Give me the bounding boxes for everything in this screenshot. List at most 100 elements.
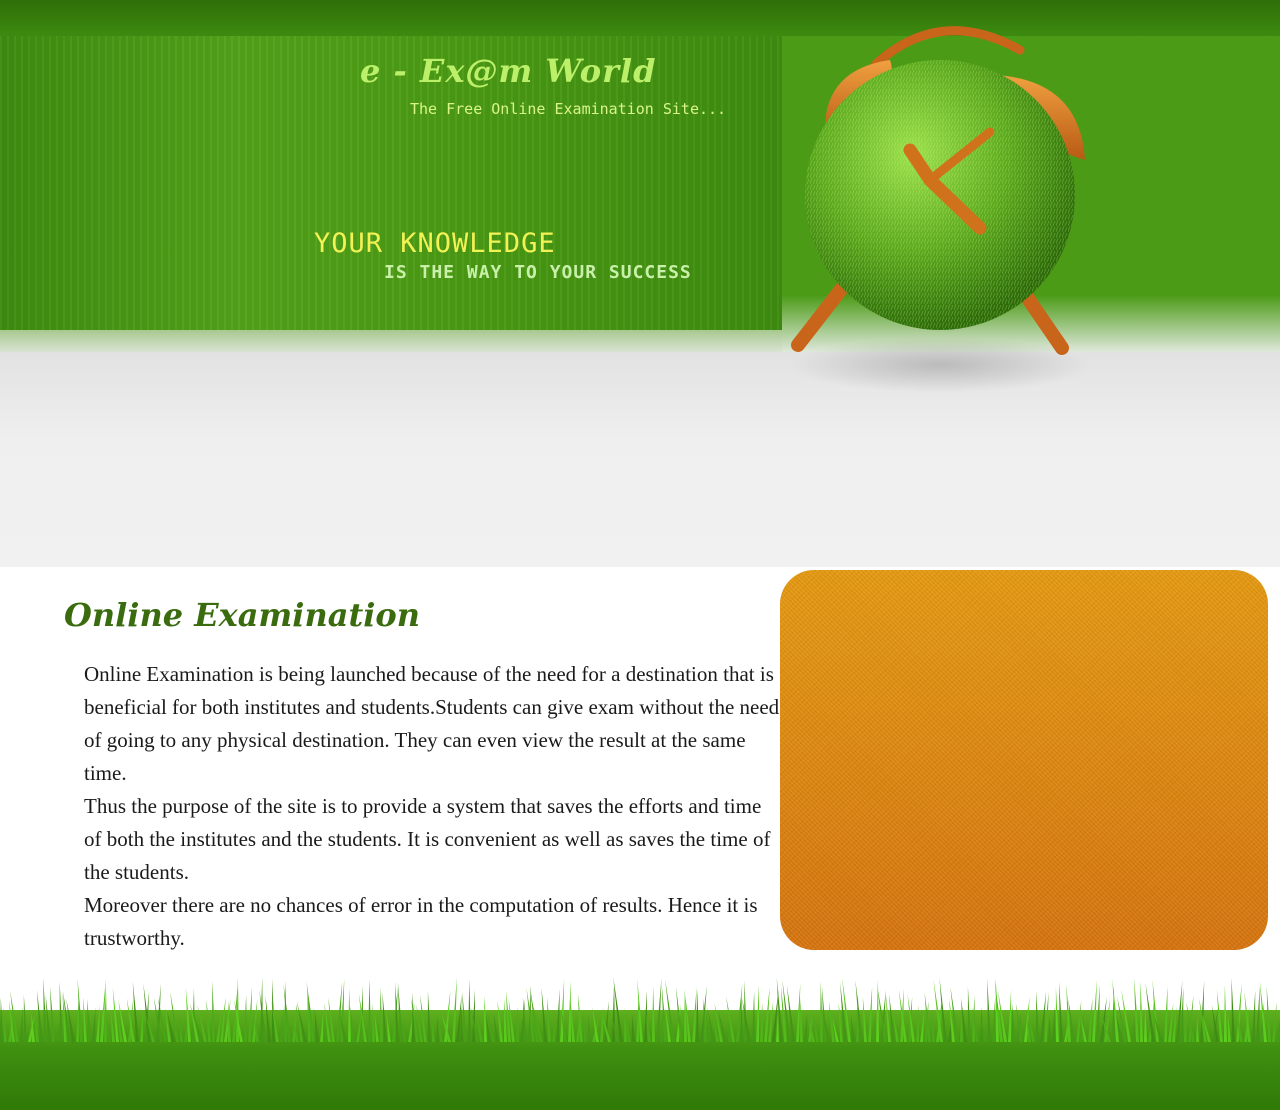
grass-blade xyxy=(179,1012,183,1042)
grass-blades xyxy=(0,977,1280,1042)
grass-blade xyxy=(320,1011,324,1042)
grass-blade xyxy=(1227,1012,1231,1042)
grass-blade xyxy=(1048,1015,1051,1042)
grass-blade xyxy=(768,1001,774,1042)
grass-blade xyxy=(1216,989,1223,1042)
grass-blade xyxy=(504,998,507,1042)
grass-blade xyxy=(1164,986,1168,1042)
grass-strip xyxy=(0,962,1280,1110)
grass-blade xyxy=(652,986,655,1042)
grass-blade xyxy=(1088,997,1093,1042)
grass-blade xyxy=(522,997,527,1042)
grass-blade xyxy=(1180,987,1184,1042)
grass-blade xyxy=(87,998,91,1042)
grass-blade xyxy=(764,986,770,1042)
grass-blade xyxy=(516,1006,519,1042)
grass-blade xyxy=(265,995,271,1042)
grass-blade xyxy=(272,978,275,1042)
grass-blade xyxy=(1134,977,1139,1042)
grass-blade xyxy=(212,980,215,1042)
grass-blade xyxy=(1055,987,1059,1042)
grass-blade xyxy=(1132,1015,1135,1042)
grass-blade xyxy=(3,1007,7,1042)
grass-blade xyxy=(692,986,697,1042)
grass-blade xyxy=(31,1012,35,1042)
grass-blade xyxy=(804,1013,808,1042)
grass-blade xyxy=(497,1000,503,1042)
grass-blade xyxy=(1276,1019,1280,1042)
grass-blade xyxy=(1196,1016,1199,1042)
grass-blade xyxy=(382,992,387,1042)
grass-blade xyxy=(184,1016,188,1042)
grass-blade xyxy=(556,988,560,1042)
grass-blade xyxy=(588,1013,591,1042)
site-tagline: The Free Online Examination Site... xyxy=(410,100,727,118)
grass-blade xyxy=(631,1013,635,1042)
grass-blade xyxy=(813,1012,819,1042)
grass-blade xyxy=(1036,990,1039,1042)
orange-panel xyxy=(780,570,1268,950)
grass-blade xyxy=(92,1007,96,1042)
grass-blade xyxy=(76,1000,79,1042)
grass-blade xyxy=(644,990,647,1042)
grass-blade xyxy=(1211,1005,1219,1042)
grass-blade xyxy=(1144,1006,1147,1042)
grass-blade xyxy=(1252,990,1256,1042)
grass-blade xyxy=(1059,981,1063,1042)
description-paragraph-2: Thus the purpose of the site is to provi… xyxy=(84,794,771,884)
grass-blade xyxy=(1168,1002,1174,1042)
grass-blade xyxy=(583,1013,587,1042)
grass-blade xyxy=(314,1008,319,1042)
grass-blade xyxy=(1044,991,1049,1042)
grass-blade xyxy=(96,1006,100,1042)
grass-blade xyxy=(493,1012,499,1042)
grass-blade xyxy=(568,980,571,1042)
grass-blade xyxy=(132,981,139,1042)
grass-blade xyxy=(760,1002,763,1042)
grass-blade xyxy=(140,1010,143,1042)
grass-blade xyxy=(1052,1006,1055,1042)
grass-blade xyxy=(468,979,471,1042)
grass-blade xyxy=(1096,984,1100,1042)
grass-blade xyxy=(868,986,873,1042)
grass-blade xyxy=(83,997,87,1042)
grass-blade xyxy=(752,991,755,1042)
grass-blade xyxy=(665,979,675,1042)
grass-blade xyxy=(992,997,996,1042)
grass-blade xyxy=(862,996,867,1042)
grass-blade xyxy=(920,1013,924,1042)
grass-blade xyxy=(916,1005,919,1042)
grass-blade xyxy=(552,1016,557,1042)
grass-blade xyxy=(696,989,699,1042)
grass-blade xyxy=(452,977,457,1042)
section-heading: Online Examination xyxy=(64,596,420,634)
grass-blade xyxy=(1076,999,1082,1042)
grass-blade xyxy=(1224,984,1227,1042)
grass-blade xyxy=(59,981,63,1042)
grass-blade xyxy=(280,1007,284,1042)
grass-blade xyxy=(1092,979,1097,1042)
grass-blade xyxy=(0,997,3,1042)
grass-blade xyxy=(1256,986,1260,1042)
grass-blade xyxy=(1015,1002,1023,1042)
grass-blade xyxy=(462,991,467,1042)
grass-blade xyxy=(570,1000,575,1042)
grass-blade xyxy=(427,990,431,1042)
grass-blade xyxy=(1012,1003,1015,1042)
grass-blade xyxy=(987,978,991,1042)
grass-blade xyxy=(23,994,27,1042)
grass-blade xyxy=(1008,989,1012,1042)
description-paragraph-1: Online Examination is being launched bec… xyxy=(84,662,780,785)
grass-blade xyxy=(1266,986,1271,1042)
grass-blade xyxy=(1272,1002,1277,1042)
grass-blade xyxy=(931,1010,935,1042)
grass-blade xyxy=(872,1013,876,1042)
slogan-line-2: IS THE WAY TO YOUR SUCCESS xyxy=(384,262,692,283)
grass-blade xyxy=(1140,980,1143,1042)
header-shine xyxy=(0,330,782,352)
grass-blade xyxy=(1231,977,1235,1042)
grass-blade xyxy=(368,978,371,1042)
grass-blade xyxy=(756,985,759,1042)
grass-blade xyxy=(656,978,662,1042)
grass-blade xyxy=(600,1007,604,1042)
